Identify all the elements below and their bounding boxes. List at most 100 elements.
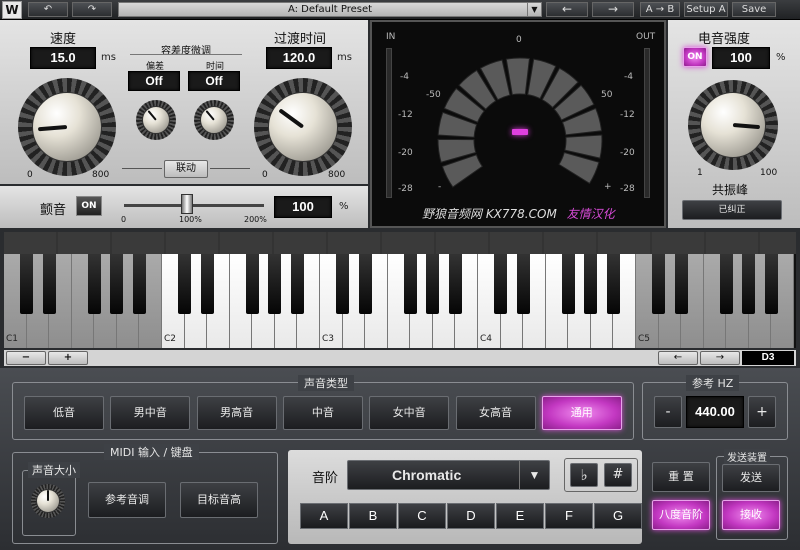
scale-note-button-a[interactable]: A [300, 503, 348, 529]
setup-button[interactable]: Setup A [684, 2, 728, 17]
scale-note-button-b[interactable]: B [349, 503, 397, 529]
watermark-credit: 友情汉化 [566, 207, 615, 221]
octave-label-c4: C4 [480, 334, 493, 344]
black-key[interactable] [764, 254, 778, 314]
scroll-left-button[interactable]: ← [658, 351, 698, 365]
redo-button[interactable]: ↷ [72, 2, 112, 17]
offset-knob[interactable] [136, 100, 176, 140]
voice-type-button[interactable]: 女高音 [455, 396, 536, 430]
scale-note-button-e[interactable]: E [496, 503, 544, 529]
vibrato-on-button[interactable]: ON [76, 196, 102, 216]
vibrato-slider-handle[interactable] [181, 194, 193, 214]
black-key[interactable] [268, 254, 282, 314]
ref-hz-decrease-button[interactable]: - [654, 396, 682, 428]
volume-label: 声音大小 [28, 462, 80, 478]
electro-min: 1 [697, 168, 703, 178]
sharp-button[interactable]: # [604, 463, 632, 487]
vibrato-value[interactable]: 100 [274, 196, 332, 218]
link-button[interactable]: 联动 [164, 160, 208, 178]
black-key[interactable] [448, 254, 462, 314]
voice-type-button[interactable]: 中音 [282, 396, 363, 430]
speed-value[interactable]: 15.0 [30, 47, 96, 69]
offset-value[interactable]: Off [128, 71, 180, 91]
black-key[interactable] [42, 254, 56, 314]
black-key[interactable] [494, 254, 508, 314]
scroll-right-button[interactable]: → [700, 351, 740, 365]
speed-knob[interactable] [18, 78, 116, 176]
octave-scale-button[interactable]: 八度音阶 [652, 500, 710, 530]
zoom-in-button[interactable]: + [48, 351, 88, 365]
transition-knob[interactable] [254, 78, 352, 176]
scale-selector[interactable]: Chromatic ▼ [347, 460, 550, 490]
in-scale-4: -28 [398, 184, 413, 194]
scale-note-button-c[interactable]: C [398, 503, 446, 529]
voice-type-button[interactable]: 低音 [24, 396, 104, 430]
electro-value[interactable]: 100 [712, 47, 770, 69]
scale-note-button-g[interactable]: G [594, 503, 642, 529]
black-key[interactable] [336, 254, 350, 314]
black-key[interactable] [20, 254, 34, 314]
preset-dropdown-icon[interactable]: ▼ [527, 3, 541, 16]
black-key[interactable] [584, 254, 598, 314]
send-title: 发送装置 [724, 449, 770, 464]
voice-type-button[interactable]: 男中音 [110, 396, 191, 430]
ref-pitch-button[interactable]: 参考音调 [88, 482, 166, 518]
scale-note-button-d[interactable]: D [447, 503, 495, 529]
zoom-out-button[interactable]: − [6, 351, 46, 365]
out-scale-2: -12 [620, 110, 635, 120]
black-key[interactable] [403, 254, 417, 314]
black-key[interactable] [132, 254, 146, 314]
corrected-button[interactable]: 已纠正 [682, 200, 782, 220]
black-key[interactable] [87, 254, 101, 314]
black-key[interactable] [719, 254, 733, 314]
watermark-text: 野狼音频网 KX778.COM 友情汉化 [422, 205, 615, 222]
scale-label: 音阶 [312, 471, 339, 486]
voice-type-button[interactable]: 男高音 [196, 396, 277, 430]
send-button[interactable]: 发送 [722, 464, 780, 492]
black-key[interactable] [200, 254, 214, 314]
volume-knob[interactable] [31, 484, 65, 518]
black-key[interactable] [290, 254, 304, 314]
black-key[interactable] [245, 254, 259, 314]
ref-hz-increase-button[interactable]: + [748, 396, 776, 428]
electro-knob[interactable] [688, 80, 778, 170]
offset-knob-cap [142, 106, 170, 134]
save-button[interactable]: Save [732, 2, 776, 17]
next-preset-button[interactable]: → [592, 2, 634, 17]
electro-on-button[interactable]: ON [683, 47, 707, 67]
vibrato-scale-max: 200% [244, 215, 267, 224]
in-scale-2: -12 [398, 110, 413, 120]
scale-note-button-f[interactable]: F [545, 503, 593, 529]
voice-type-button[interactable]: 通用 [541, 396, 622, 430]
target-pitch-button[interactable]: 目标音高 [180, 482, 258, 518]
black-key[interactable] [426, 254, 440, 314]
black-key[interactable] [178, 254, 192, 314]
scale-dropdown-icon[interactable]: ▼ [519, 461, 549, 489]
black-key[interactable] [358, 254, 372, 314]
keyboard-range-strip[interactable] [4, 232, 796, 254]
receive-button[interactable]: 接收 [722, 500, 780, 530]
voice-type-button[interactable]: 女中音 [369, 396, 450, 430]
black-key[interactable] [652, 254, 666, 314]
out-scale-3: -20 [620, 148, 635, 158]
flat-button[interactable]: ♭ [570, 463, 598, 487]
prev-preset-button[interactable]: ← [546, 2, 588, 17]
transition-value[interactable]: 120.0 [266, 47, 332, 69]
piano-keyboard: C1 C2 C3 C4 C5 [4, 232, 796, 348]
time-value[interactable]: Off [188, 71, 240, 91]
link-line-left [122, 168, 162, 169]
undo-button[interactable]: ↶ [28, 2, 68, 17]
black-key[interactable] [606, 254, 620, 314]
vibrato-scale-mid: 100% [179, 215, 202, 224]
electro-label: 电音强度 [698, 32, 751, 47]
ref-hz-value[interactable]: 440.00 [686, 396, 744, 428]
reset-button[interactable]: 重 置 [652, 462, 710, 492]
black-key[interactable] [742, 254, 756, 314]
black-key[interactable] [561, 254, 575, 314]
black-key[interactable] [110, 254, 124, 314]
black-key[interactable] [516, 254, 530, 314]
preset-selector[interactable]: A: Default Preset ▼ [118, 2, 542, 17]
black-key[interactable] [674, 254, 688, 314]
time-knob[interactable] [194, 100, 234, 140]
ab-compare-button[interactable]: A → B [640, 2, 680, 17]
